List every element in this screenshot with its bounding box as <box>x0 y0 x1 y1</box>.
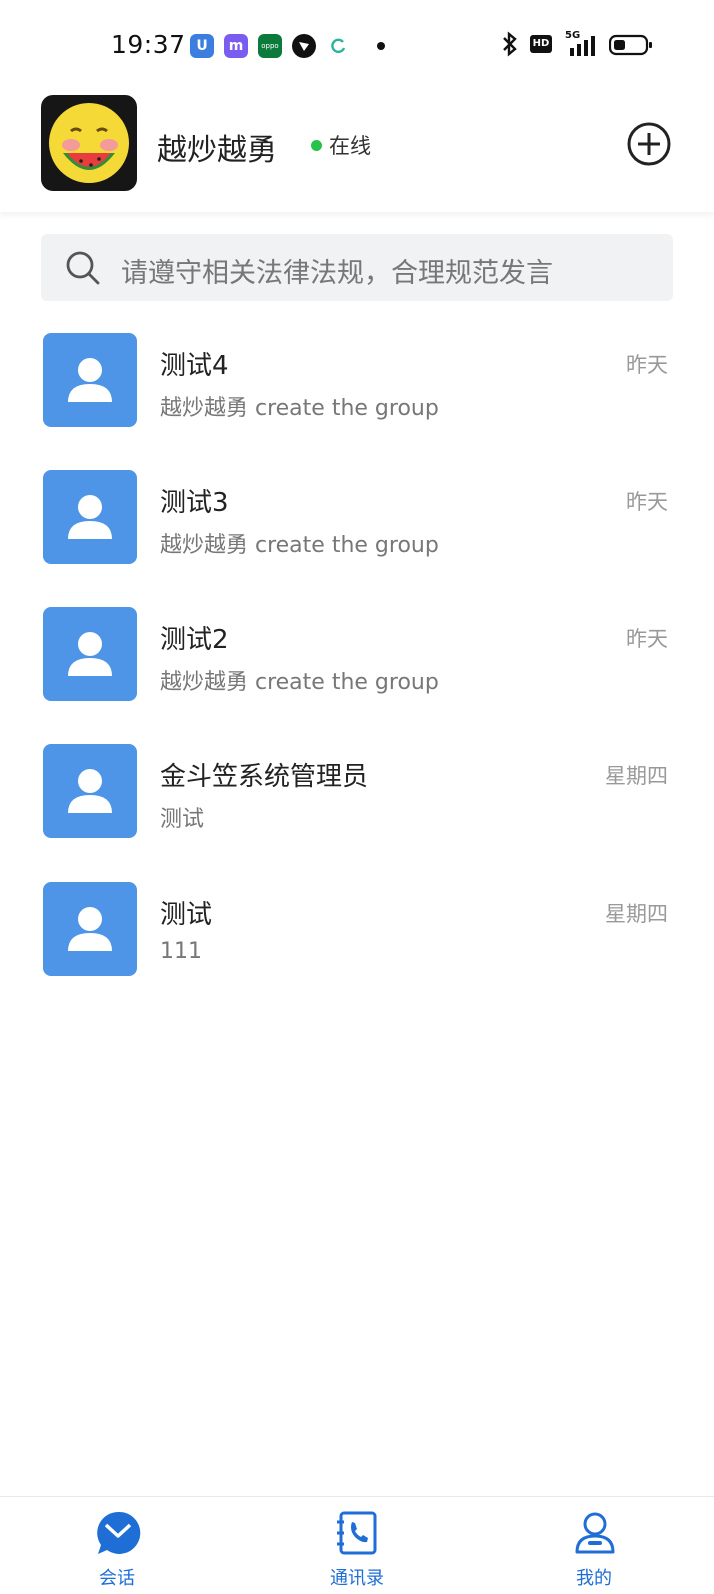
conversation-time: 昨天 <box>626 490 668 514</box>
conversation-time: 星期四 <box>605 902 668 926</box>
hd-icon: HD <box>530 35 552 53</box>
conversation-preview: 越炒越勇 create the group <box>160 533 439 558</box>
conversation-title: 测试4 <box>160 351 229 381</box>
app-m-icon: m <box>224 34 248 58</box>
group-avatar <box>43 882 137 976</box>
status-time: 19:37 <box>111 30 186 59</box>
tab-chats[interactable]: 会话 <box>57 1497 177 1594</box>
conversation-preview: 测试 <box>160 807 205 832</box>
person-icon <box>68 495 112 539</box>
tab-label: 通讯录 <box>330 1568 384 1589</box>
app-oppo-icon: oppo <box>258 34 282 58</box>
conversation-title: 测试 <box>160 900 213 930</box>
conversation-time: 昨天 <box>626 353 668 377</box>
search-placeholder: 请遵守相关法律法规，合理规范发言 <box>121 258 553 289</box>
tab-profile[interactable]: 我的 <box>534 1497 654 1594</box>
conversation-preview: 111 <box>160 939 202 964</box>
plus-circle-icon <box>627 122 671 166</box>
group-avatar <box>43 744 137 838</box>
refresh-icon <box>326 34 350 58</box>
battery-icon <box>608 34 653 60</box>
person-icon <box>68 769 112 813</box>
list-item[interactable]: 测试 111 星期四 <box>0 882 714 1002</box>
online-status-text: 在线 <box>329 134 371 158</box>
status-bar: 19:37 U m oppo HD 5G <box>0 0 714 92</box>
conversation-title: 测试2 <box>160 625 229 655</box>
bird-icon <box>292 34 316 58</box>
signal-icon <box>566 36 600 60</box>
conversation-preview: 越炒越勇 create the group <box>160 670 439 695</box>
group-avatar <box>43 470 137 564</box>
person-icon <box>68 632 112 676</box>
conversation-title: 测试3 <box>160 488 229 518</box>
app-u-icon: U <box>190 34 214 58</box>
tab-label: 我的 <box>576 1568 612 1589</box>
search-icon <box>66 251 100 285</box>
list-item[interactable]: 测试4 越炒越勇 create the group 昨天 <box>0 333 714 453</box>
conversation-title: 金斗笠系统管理员 <box>160 762 369 792</box>
list-item[interactable]: 测试2 越炒越勇 create the group 昨天 <box>0 607 714 727</box>
search-input[interactable]: 请遵守相关法律法规，合理规范发言 <box>41 234 673 301</box>
contacts-icon <box>337 1511 377 1555</box>
list-item[interactable]: 金斗笠系统管理员 测试 星期四 <box>0 744 714 864</box>
conversation-time: 昨天 <box>626 627 668 651</box>
conversation-time: 星期四 <box>605 764 668 788</box>
conversation-preview: 越炒越勇 create the group <box>160 396 439 421</box>
tab-contacts[interactable]: 通讯录 <box>297 1497 417 1594</box>
avatar[interactable] <box>41 95 137 191</box>
bottom-nav: 会话 通讯录 我的 <box>0 1496 714 1594</box>
person-icon <box>68 358 112 402</box>
online-status-dot <box>311 140 322 151</box>
group-avatar <box>43 333 137 427</box>
bluetooth-icon <box>501 31 519 61</box>
group-avatar <box>43 607 137 701</box>
user-name: 越炒越勇 <box>157 133 277 168</box>
profile-icon <box>575 1512 615 1554</box>
app-header: 越炒越勇 在线 <box>0 92 714 212</box>
person-icon <box>68 907 112 951</box>
list-item[interactable]: 测试3 越炒越勇 create the group 昨天 <box>0 470 714 590</box>
tab-label: 会话 <box>99 1568 135 1589</box>
notification-dot <box>377 42 385 50</box>
chat-icon <box>97 1511 141 1554</box>
add-button[interactable] <box>626 121 672 167</box>
